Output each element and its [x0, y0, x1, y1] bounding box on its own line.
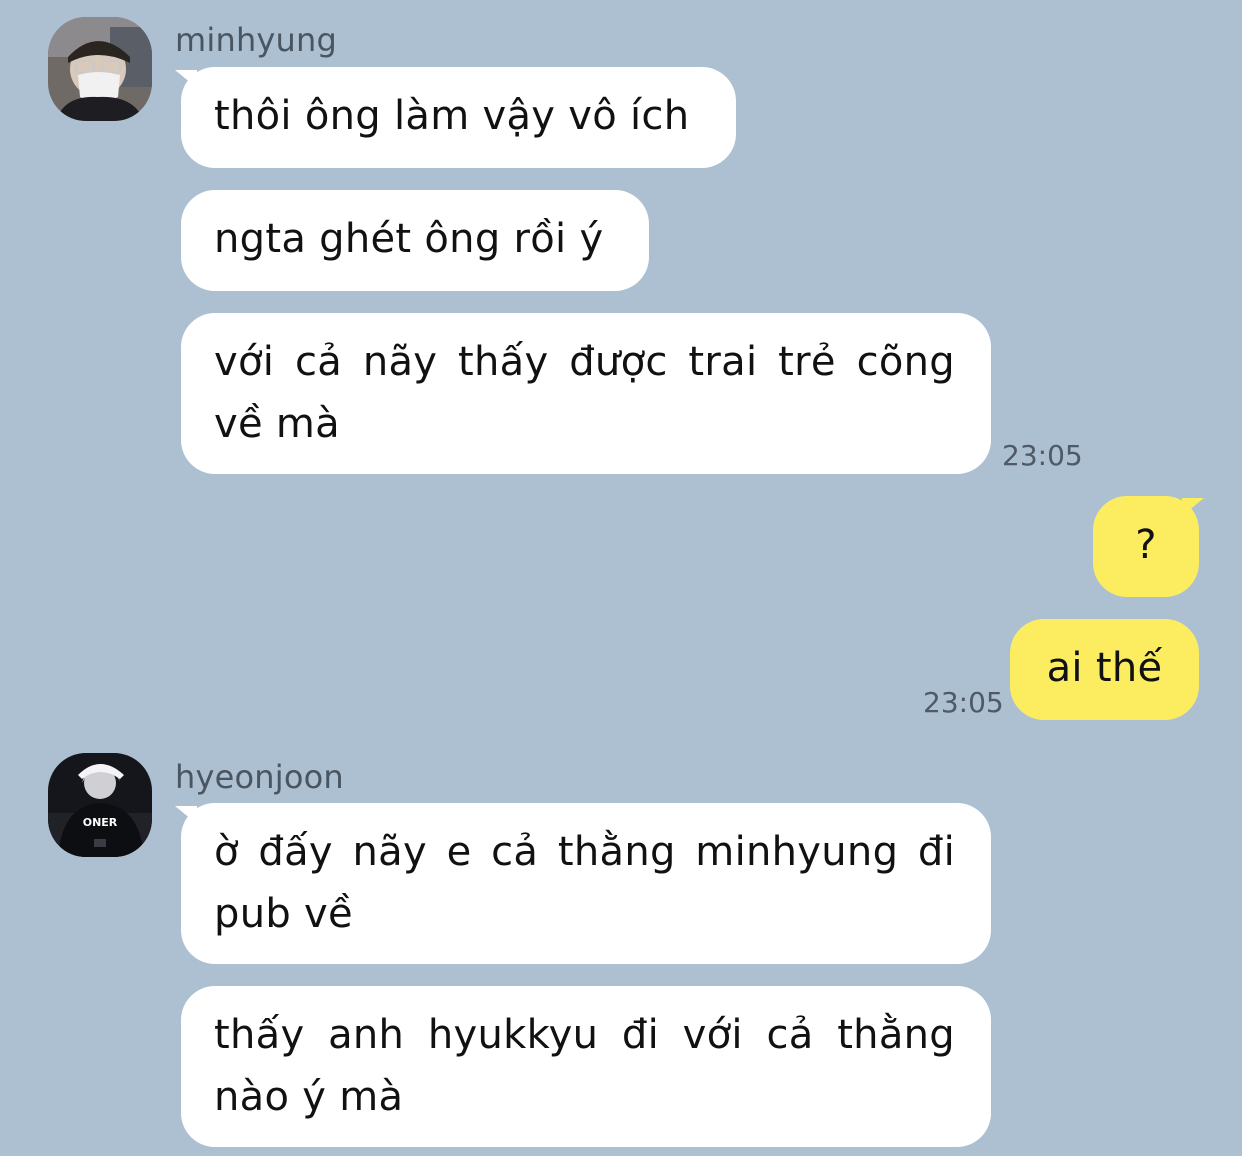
message-bubble[interactable]: ờ đấy nãy e cả thằng minhyung đi pub về — [181, 803, 991, 964]
my-message-bubble[interactable]: ? — [1093, 496, 1199, 597]
message-bubble[interactable]: thấy anh hyukkyu đi với cả thằng nào ý m… — [181, 986, 991, 1147]
player-jersey-avatar-icon: ONER — [48, 753, 152, 857]
message-bubble[interactable]: thôi ông làm vậy vô ích — [181, 67, 736, 168]
message-bubble[interactable]: với cả nãy thấy được trai trẻ cõng về mà — [181, 313, 991, 474]
sender-name: hyeonjoon — [175, 758, 344, 796]
avatar-hyeonjoon[interactable]: ONER — [48, 753, 152, 857]
message-timestamp: 23:05 — [923, 686, 1004, 719]
avatar-minhyung[interactable] — [48, 17, 152, 121]
message-bubble[interactable]: ngta ghét ông rồi ý — [181, 190, 649, 291]
sender-name: minhyung — [175, 21, 338, 59]
jersey-text: ONER — [83, 816, 118, 829]
my-message-bubble[interactable]: ai thế — [1010, 619, 1199, 720]
masked-person-avatar-icon — [48, 17, 152, 121]
message-timestamp: 23:05 — [1002, 439, 1083, 472]
